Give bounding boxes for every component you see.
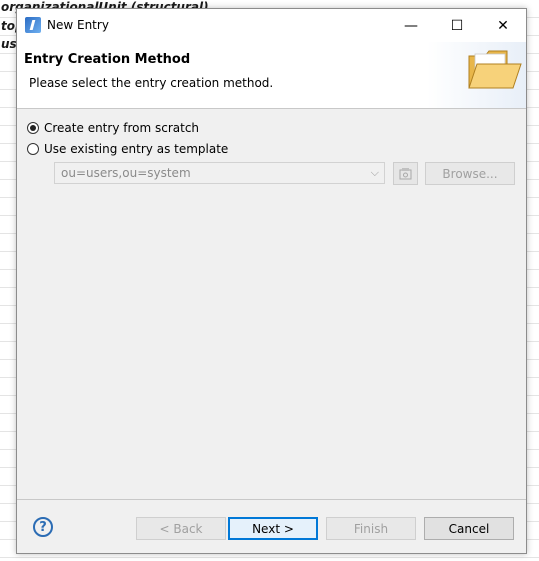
option-use-template[interactable]: Use existing entry as template [27, 140, 228, 158]
minimize-icon: — [404, 17, 418, 34]
window-title: New Entry [47, 18, 109, 32]
maximize-icon: ☐ [450, 17, 464, 34]
close-button[interactable]: ✕ [480, 9, 526, 42]
option-label: Use existing entry as template [44, 142, 229, 156]
help-icon[interactable]: ? [33, 517, 53, 537]
option-label: Create entry from scratch [44, 121, 200, 135]
template-entry-dropdown[interactable]: ou=users,ou=system ⌵ [54, 162, 385, 184]
title-bar: New Entry — ☐ ✕ [17, 9, 526, 42]
entry-picker-icon [399, 167, 412, 179]
footer-separator [17, 499, 526, 500]
radio-button-unchecked[interactable] [27, 143, 39, 155]
entry-picker-button[interactable] [393, 162, 418, 185]
next-button[interactable]: Next > [228, 517, 318, 540]
radio-button-checked[interactable] [27, 122, 39, 134]
header-title: Entry Creation Method [24, 52, 191, 67]
minimize-button[interactable]: — [388, 9, 434, 42]
option-create-from-scratch[interactable]: Create entry from scratch [27, 119, 199, 137]
chevron-down-icon: ⌵ [370, 166, 379, 179]
cancel-button[interactable]: Cancel [424, 517, 514, 540]
header-description: Please select the entry creation method. [29, 76, 274, 90]
maximize-button[interactable]: ☐ [434, 9, 480, 42]
template-entry-value: ou=users,ou=system [61, 166, 191, 180]
new-entry-dialog: New Entry — ☐ ✕ Entry Creation Method Pl… [16, 8, 527, 554]
folder-icon [468, 50, 522, 89]
browse-button[interactable]: Browse... [425, 162, 515, 185]
back-button[interactable]: < Back [136, 517, 226, 540]
app-icon [25, 17, 41, 33]
wizard-header: Entry Creation Method Please select the … [17, 42, 526, 109]
finish-button[interactable]: Finish [326, 517, 416, 540]
close-icon: ✕ [497, 17, 509, 34]
